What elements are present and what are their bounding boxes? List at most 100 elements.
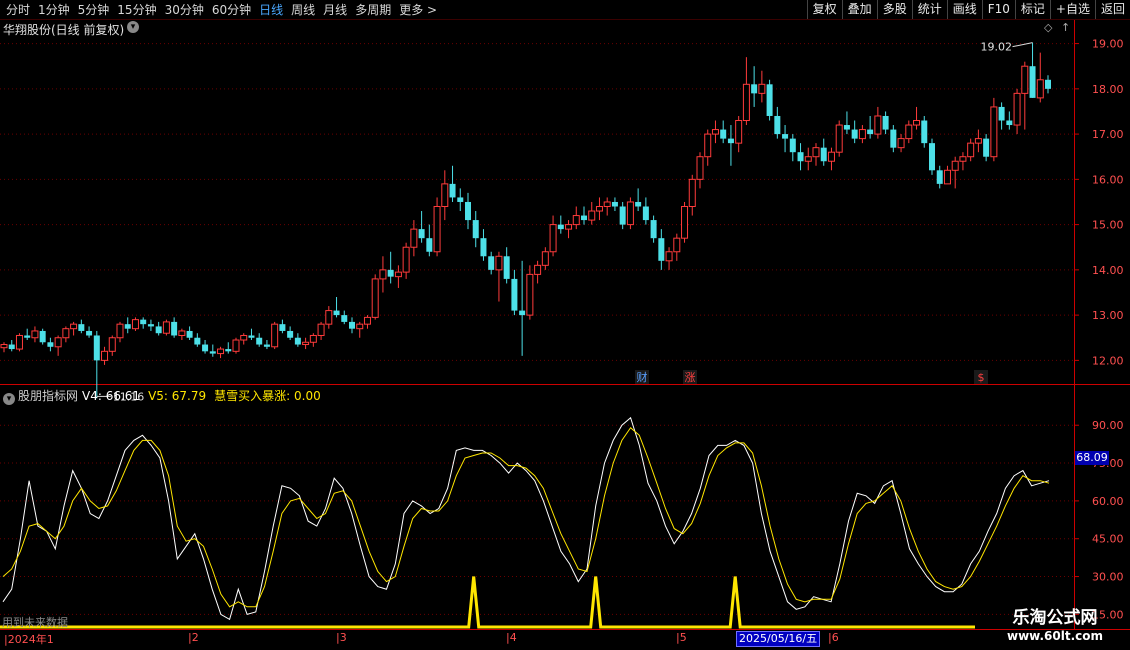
candle-body-41 (317, 323, 325, 336)
period-tab-3[interactable]: 15分钟 (113, 1, 160, 19)
candle-body-30 (232, 339, 240, 352)
candle-body-129 (998, 106, 1005, 121)
month-label-5: |6 (828, 631, 839, 644)
candle-110 (851, 120, 858, 144)
candle-body-118 (913, 120, 921, 126)
ind-tick-label-5: 90.00 (1092, 419, 1124, 432)
tool-button-3[interactable]: 统计 (911, 0, 947, 19)
boom-value: 慧雪买入暴涨: 0.00 (214, 389, 321, 403)
candle-body-105 (812, 147, 820, 158)
candle-body-113 (874, 115, 882, 135)
candle-71 (549, 215, 557, 257)
candle-body-54 (418, 229, 425, 239)
candle-body-17 (131, 319, 139, 330)
chart-canvas[interactable]: 12.00 13.00 14.00 15.00 16.00 17.00 18.00 19.00… (0, 0, 1130, 650)
candle-18 (140, 317, 147, 329)
candle-95 (735, 115, 743, 153)
candle-67 (519, 260, 526, 356)
stock-chart-window: 12.00 13.00 14.00 15.00 16.00 17.00 18.00 19.00… (0, 0, 1130, 650)
candle-body-93 (720, 129, 727, 139)
candle-99 (766, 79, 773, 121)
candle-127 (983, 134, 990, 162)
candle-body-104 (804, 156, 812, 162)
candle-body-9 (70, 323, 78, 330)
candle-101 (782, 125, 789, 153)
period-tab-8[interactable]: 月线 (319, 1, 351, 19)
tool-button-7[interactable]: +自选 (1049, 0, 1095, 19)
candle-body-25 (194, 337, 201, 345)
candle-6 (47, 337, 54, 352)
candle-body-13 (101, 350, 109, 361)
period-tab-0[interactable]: 分时 (2, 1, 34, 19)
candle-14 (108, 335, 116, 356)
candle-body-79 (611, 201, 618, 207)
candle-body-57 (441, 183, 449, 207)
candle-body-55 (426, 238, 433, 252)
price-tick-label-4: 16.00 (1092, 173, 1124, 186)
indicator-name[interactable]: 股朋指标网 (18, 389, 78, 403)
candle-body-89 (688, 178, 696, 208)
candle-49 (379, 256, 387, 293)
period-tab-5[interactable]: 60分钟 (208, 1, 255, 19)
candle-122 (943, 165, 951, 185)
series-v5-line (2, 426, 1050, 608)
tool-button-4[interactable]: 画线 (946, 0, 982, 19)
tool-button-2[interactable]: 多股 (876, 0, 912, 19)
candle-54 (418, 211, 425, 243)
candle-117 (905, 120, 913, 144)
candle-96 (742, 57, 750, 126)
tool-button-5[interactable]: F10 (981, 0, 1015, 19)
diamond-icon[interactable]: ◇ (1044, 21, 1052, 34)
price-tick-label-1: 13.00 (1092, 309, 1124, 322)
candle-body-6 (47, 342, 54, 347)
candle-body-109 (843, 125, 850, 130)
tool-button-0[interactable]: 复权 (806, 0, 842, 19)
candle-114 (882, 111, 889, 135)
candle-body-70 (541, 251, 549, 266)
candle-92 (711, 120, 719, 144)
candle-24 (186, 326, 193, 341)
candle-115 (890, 125, 897, 153)
tool-button-1[interactable]: 叠加 (841, 0, 877, 19)
candle-body-58 (449, 183, 456, 198)
candle-51 (394, 265, 402, 288)
candle-87 (673, 233, 681, 261)
candle-body-7 (54, 337, 62, 348)
candle-body-15 (116, 323, 124, 339)
candle-body-5 (39, 330, 46, 343)
candle-body-19 (147, 324, 154, 327)
candle-47 (363, 315, 371, 329)
tool-button-8[interactable]: 返回 (1094, 0, 1130, 19)
arrow-up-icon[interactable]: ↑ (1061, 21, 1070, 34)
candle-4 (31, 326, 39, 343)
price-tick-label-3: 15.00 (1092, 219, 1124, 232)
month-label-0: |2024年1 (4, 633, 54, 646)
period-tab-2[interactable]: 5分钟 (74, 1, 114, 19)
candle-body-36 (279, 324, 286, 331)
candle-70 (541, 247, 549, 270)
period-tab-6[interactable]: 日线 (255, 1, 287, 19)
period-tab-1[interactable]: 1分钟 (34, 1, 74, 19)
period-tab-4[interactable]: 30分钟 (161, 1, 208, 19)
candle-109 (843, 111, 850, 135)
period-tab-10[interactable]: 更多 > (395, 1, 441, 19)
tool-button-6[interactable]: 标记 (1014, 0, 1050, 19)
candle-body-60 (465, 201, 471, 221)
chevron-down-icon[interactable]: ▾ (3, 393, 15, 405)
period-tab-9[interactable]: 多周期 (351, 1, 395, 19)
candle-5 (39, 328, 46, 345)
candle-body-28 (217, 348, 225, 355)
candle-59 (457, 188, 464, 212)
candle-25 (194, 333, 201, 347)
candle-22 (171, 317, 178, 338)
candle-body-0 (0, 344, 8, 349)
candle-2 (15, 333, 23, 352)
chevron-down-icon[interactable]: ▾ (127, 21, 139, 33)
candle-body-74 (572, 215, 580, 226)
candle-body-16 (124, 324, 131, 329)
price-tick-label-0: 12.00 (1092, 354, 1124, 367)
period-tab-7[interactable]: 周线 (287, 1, 319, 19)
top-toolbar: 分时 1分钟 5分钟 15分钟 30分钟 60分钟 日线 周线 月线 多周期 更多 > 复权 叠加 多股… (0, 0, 1130, 20)
candle-body-82 (635, 201, 642, 207)
candle-body-53 (410, 228, 418, 248)
